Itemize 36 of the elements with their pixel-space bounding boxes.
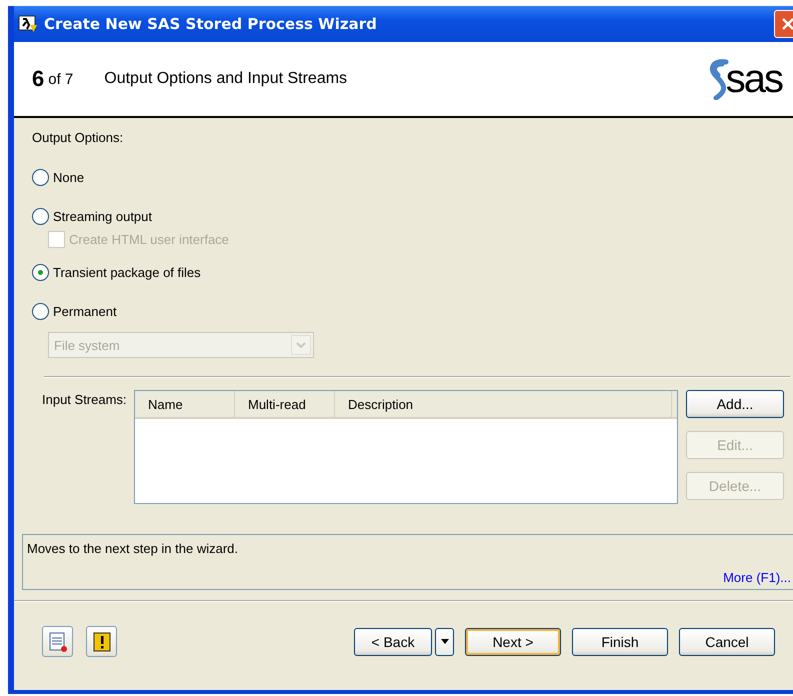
section-label: Output Options: [32,130,124,145]
section-label: Input Streams: [42,391,128,407]
column-header[interactable]: Name [135,391,235,417]
help-link[interactable]: More (F1)... [723,570,791,585]
notes-button[interactable] [42,626,73,657]
option-label: Streaming output [53,209,152,224]
triangle-down-icon [440,639,448,644]
option-label: Transient package of files [53,265,201,280]
input-streams-list[interactable]: Name Multi-read Description [134,390,678,504]
window-title: Create New SAS Stored Process Wizard [44,15,378,33]
radio-button[interactable] [32,264,49,281]
dropdown-button[interactable] [435,628,454,656]
radio-button[interactable] [32,169,49,186]
status-text: Moves to the next step in the wizard. [27,541,239,556]
warning-button[interactable] [86,626,117,657]
step-total: of 7 [48,70,74,88]
wizard-button[interactable]: Next > [465,628,561,656]
list-action-button[interactable]: Add... [686,390,784,418]
logo-text: sas [726,56,782,102]
wizard-icon [18,15,38,33]
step-title: Output Options and Input Streams [104,70,348,88]
exclamation-note-icon [92,630,110,652]
step-number: 6 [32,66,44,92]
radio-button[interactable] [32,208,49,225]
option-label: Permanent [53,304,117,319]
notepad-icon [48,630,68,652]
close-icon [781,17,793,31]
wizard-button[interactable]: Cancel [679,628,775,656]
option-label: None [53,170,84,185]
wizard-button[interactable]: < Back [354,628,432,656]
option-label: Create HTML user interface [69,232,229,247]
column-header[interactable]: Multi-read [235,391,335,417]
column-header[interactable]: Description [335,391,672,417]
wizard-button[interactable]: Finish [572,628,668,656]
radio-button[interactable] [32,303,49,320]
chevron-down-icon [291,335,311,355]
